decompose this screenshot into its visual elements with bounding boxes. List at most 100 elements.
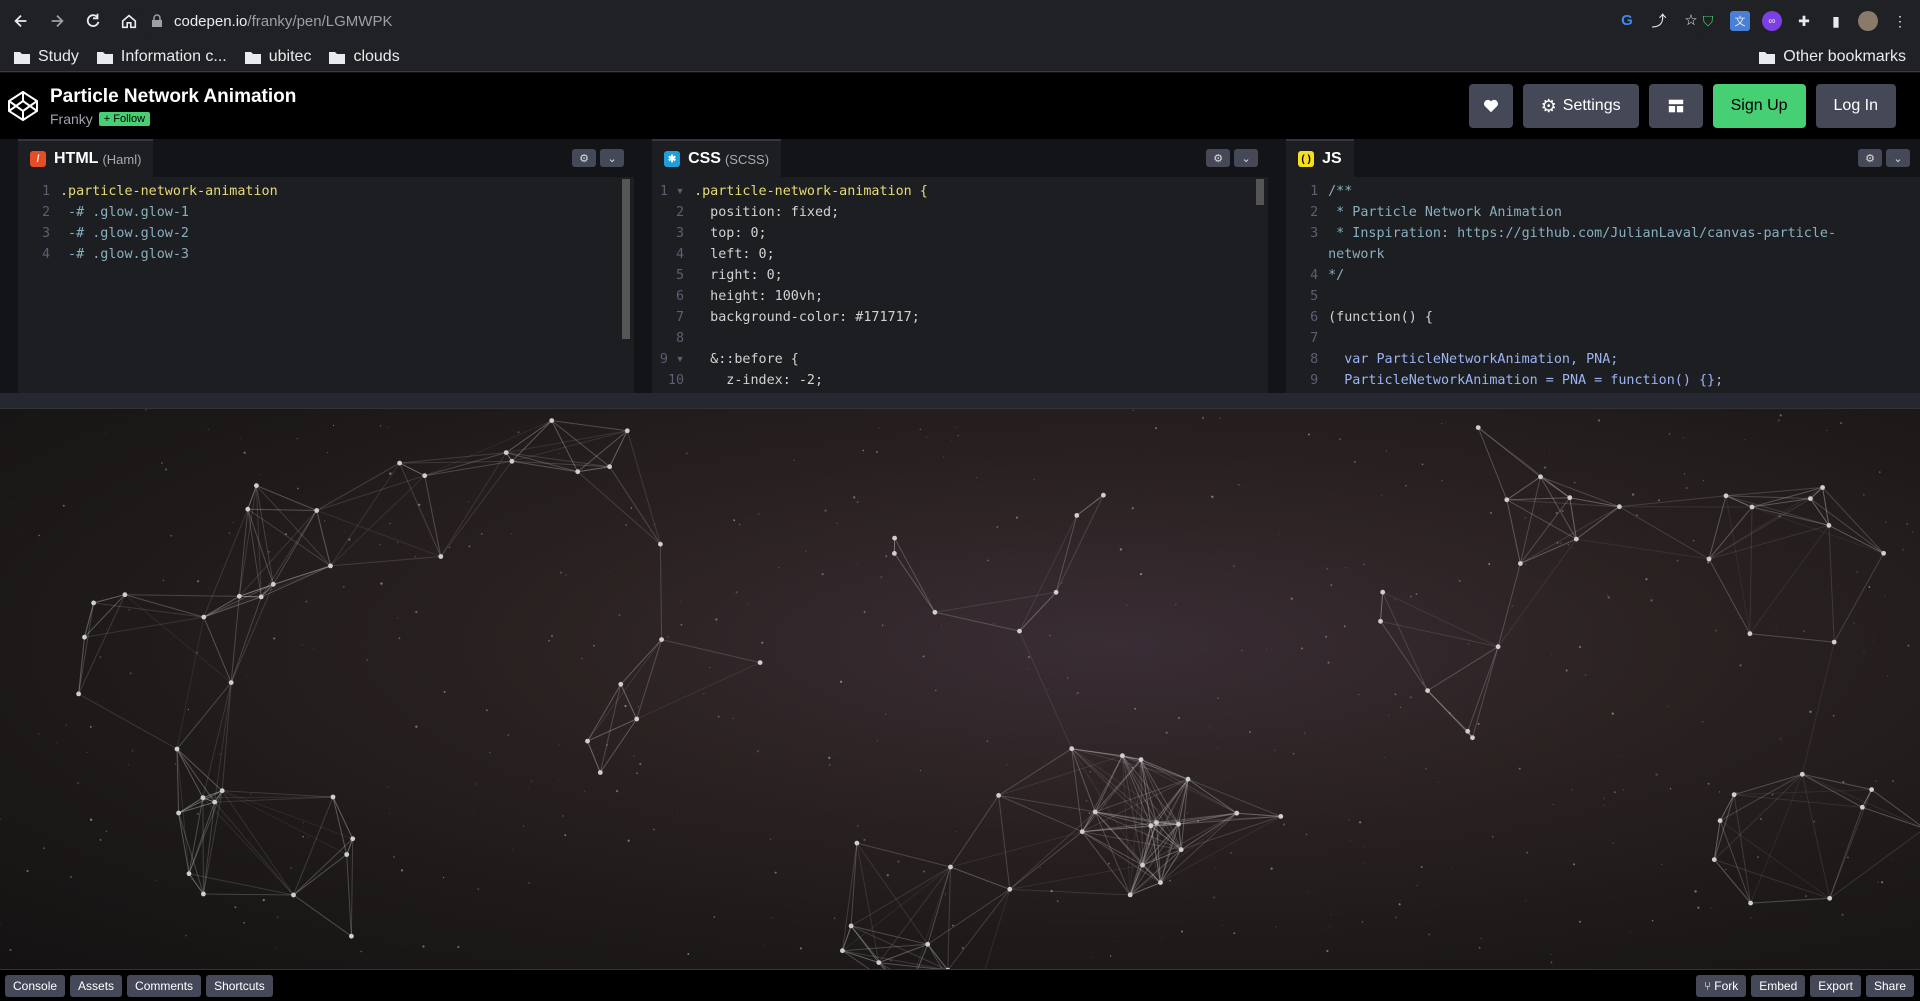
code-line: background-color: #171717; — [694, 310, 920, 325]
other-bookmarks[interactable]: Other bookmarks — [1759, 48, 1906, 66]
js-collapse-button[interactable]: ⌄ — [1886, 149, 1911, 167]
code-line: left: 0; — [694, 247, 775, 262]
tab-js[interactable]: ( ) JS — [1286, 139, 1354, 177]
console-button[interactable]: Console — [5, 974, 66, 997]
bookmark-clouds[interactable]: clouds — [329, 47, 400, 66]
share-button[interactable]: Share — [1865, 975, 1914, 997]
comments-button[interactable]: Comments — [127, 974, 202, 997]
code-area[interactable]: 1 .particle-network-animation 2 -# .glow.… — [18, 177, 634, 265]
scrollbar[interactable] — [622, 179, 631, 339]
html-editor[interactable]: / HTML (Haml) ⚙ ⌄ 1 .particle-network-ani… — [0, 139, 653, 393]
assets-button[interactable]: Assets — [70, 974, 123, 997]
embed-button[interactable]: Embed — [1751, 975, 1806, 997]
pen-header: Particle Network Animation Franky + Foll… — [0, 73, 1920, 139]
code-line: -# .glow.glow-2 — [60, 226, 189, 241]
login-button[interactable]: Log In — [1815, 84, 1896, 128]
code-line: /** — [1328, 184, 1353, 199]
js-settings-button[interactable]: ⚙ — [1858, 149, 1883, 167]
gear-icon: ⚙ — [1213, 152, 1224, 165]
html-settings-button[interactable]: ⚙ — [572, 149, 597, 167]
settings-button[interactable]: ⚙ Settings — [1522, 84, 1639, 128]
back-button[interactable] — [6, 6, 36, 36]
resize-handle[interactable] — [0, 393, 1920, 409]
chevron-down-icon: ⌄ — [1893, 152, 1903, 165]
code-line: -# .glow.glow-3 — [60, 247, 189, 262]
folder-icon — [329, 51, 346, 64]
purple-extension-icon[interactable]: ∞ — [1762, 11, 1782, 31]
bookmark-label: Other bookmarks — [1783, 48, 1906, 65]
code-area[interactable]: 1/** 2 * Particle Network Animation 3 * … — [1286, 177, 1920, 391]
browser-toolbar: codepen.io/franky/pen/LGMWPK G ⤴ ☆ ⛉ 文 ∞… — [0, 0, 1920, 42]
address-bar[interactable]: codepen.io/franky/pen/LGMWPK G ⤴ ☆ — [140, 5, 1710, 37]
editor-subtitle: (Haml) — [102, 151, 142, 167]
css-settings-button[interactable]: ⚙ — [1206, 149, 1231, 167]
folder-icon — [244, 51, 261, 64]
arrow-right-icon — [51, 14, 64, 28]
code-line: var ParticleNetworkAnimation, PNA; — [1328, 352, 1619, 367]
like-button[interactable] — [1468, 84, 1513, 128]
author-name[interactable]: Franky — [50, 111, 93, 127]
shield-extension-icon[interactable]: ⛉ — [1698, 11, 1718, 31]
side-panel-icon[interactable]: ▮ — [1826, 11, 1846, 31]
html-file-icon: / — [30, 151, 46, 167]
html-collapse-button[interactable]: ⌄ — [600, 149, 625, 167]
menu-dots-icon[interactable]: ⋮ — [1890, 11, 1910, 31]
settings-label: Settings — [1562, 97, 1621, 114]
bookmark-study[interactable]: Study — [14, 48, 79, 66]
bookmarks-bar: Study Information c... ubitec clouds Oth… — [0, 42, 1920, 72]
code-line: */ — [1328, 268, 1345, 283]
code-line: * Particle Network Animation — [1328, 205, 1562, 220]
css-collapse-button[interactable]: ⌄ — [1234, 149, 1259, 167]
code-line: -# .glow.glow-1 — [60, 205, 189, 220]
code-line: .particle-network-animation — [60, 184, 278, 199]
gear-icon: ⚙ — [1865, 152, 1875, 165]
fork-label: Fork — [1714, 979, 1739, 993]
home-icon — [121, 14, 137, 29]
preview-pane[interactable] — [0, 409, 1920, 969]
code-line: right: 0; — [694, 268, 783, 283]
avatar[interactable] — [1858, 11, 1878, 31]
css-editor[interactable]: ✱ CSS (SCSS) ⚙ ⌄ 1 ▾ .particle-network-an… — [652, 139, 1287, 393]
code-line: &::before { — [694, 352, 799, 367]
reload-button[interactable] — [78, 6, 108, 36]
folder-icon — [14, 51, 30, 64]
bookmark-label: ubitec — [268, 47, 312, 65]
codepen-logo-icon[interactable] — [6, 89, 40, 123]
code-line: z-index: -2; — [694, 373, 824, 388]
layout-grid-icon — [1668, 99, 1683, 113]
css-file-icon: ✱ — [664, 151, 681, 167]
heart-icon — [1483, 99, 1498, 113]
bookmark-label: clouds — [353, 47, 400, 65]
bookmark-ubitec[interactable]: ubitec — [244, 47, 312, 66]
scrollbar[interactable] — [1256, 179, 1265, 205]
editors-panel: / HTML (Haml) ⚙ ⌄ 1 .particle-network-ani… — [0, 139, 1920, 393]
editor-title: HTML — [54, 150, 99, 167]
google-icon[interactable]: G — [1618, 11, 1636, 29]
bookmark-information[interactable]: Information c... — [96, 48, 227, 66]
folder-icon — [1759, 52, 1776, 64]
shortcuts-button[interactable]: Shortcuts — [206, 974, 273, 997]
translate-extension-icon[interactable]: 文 — [1730, 11, 1750, 31]
tab-css[interactable]: ✱ CSS (SCSS) — [652, 139, 782, 177]
arrow-left-icon — [14, 14, 27, 28]
code-line: network — [1328, 247, 1385, 262]
url-text: codepen.io/franky/pen/LGMWPK — [174, 12, 393, 30]
code-area[interactable]: 1 ▾ .particle-network-animation { 2 posit… — [652, 177, 1268, 391]
bookmark-label: Study — [38, 47, 79, 65]
fork-icon: ⑂ — [1704, 979, 1712, 993]
folder-icon — [96, 51, 113, 64]
export-button[interactable]: Export — [1810, 975, 1861, 997]
puzzle-extensions-icon[interactable]: ✚ — [1794, 11, 1814, 31]
js-editor[interactable]: ( ) JS ⚙ ⌄ 1/** 2 * Particle Network Ani… — [1286, 139, 1920, 393]
code-line: top: 0; — [694, 226, 767, 241]
editor-title: CSS — [688, 150, 721, 167]
fork-button[interactable]: ⑂ Fork — [1696, 975, 1747, 997]
layout-button[interactable] — [1648, 84, 1703, 128]
tab-html[interactable]: / HTML (Haml) — [18, 139, 154, 177]
share-icon[interactable]: ⤴ — [1650, 11, 1668, 30]
pen-title[interactable]: Particle Network Animation — [50, 86, 296, 108]
forward-button[interactable] — [42, 6, 72, 36]
code-line: ParticleNetworkAnimation = PNA = functio… — [1328, 373, 1724, 388]
signup-button[interactable]: Sign Up — [1712, 84, 1806, 128]
follow-button[interactable]: + Follow — [98, 111, 151, 126]
